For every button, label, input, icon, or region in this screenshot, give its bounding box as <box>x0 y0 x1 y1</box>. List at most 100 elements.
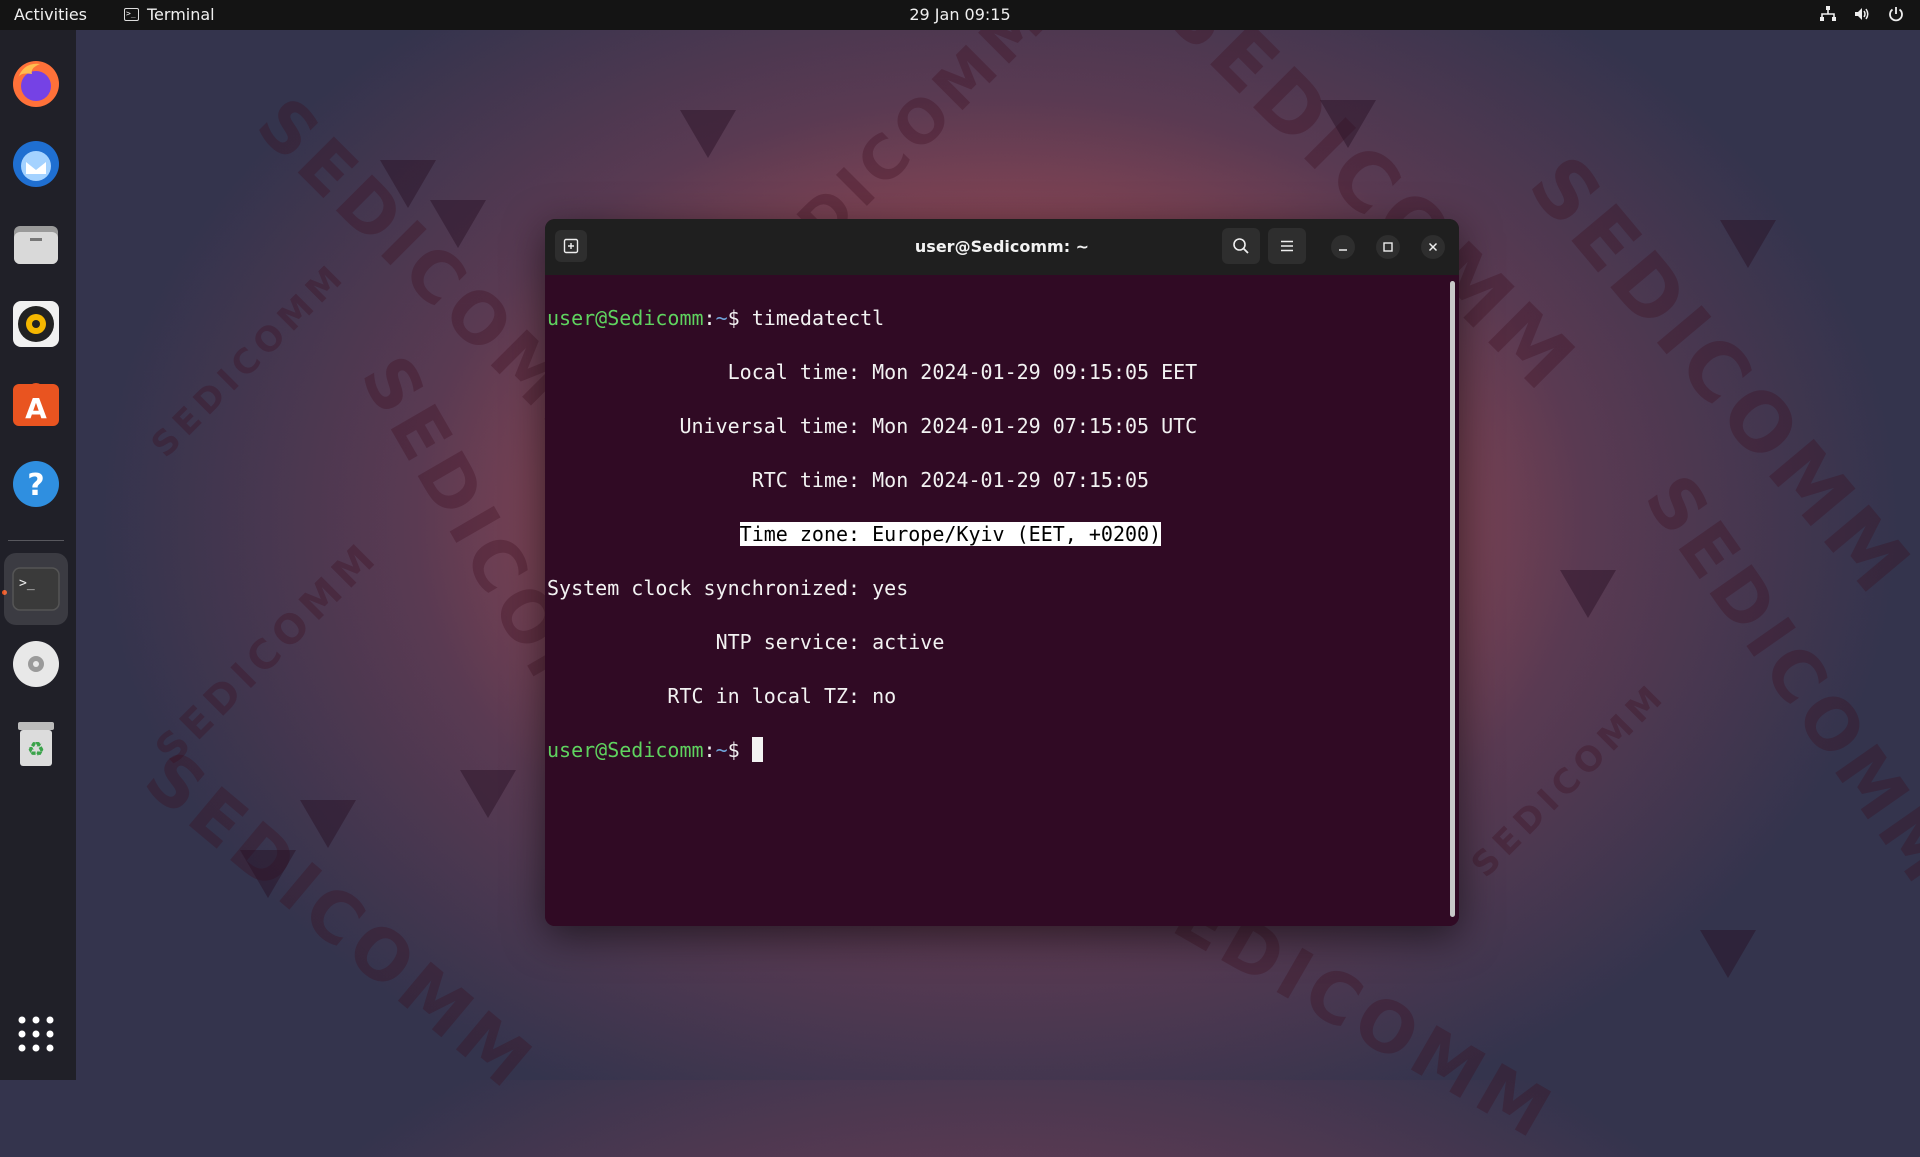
watermark-text: SEDICOMM <box>146 532 389 774</box>
top-bar: Activities >_ Terminal 29 Jan 09:15 <box>0 0 1920 30</box>
maximize-button[interactable] <box>1376 235 1400 259</box>
command-line: user@Sedicomm:~$ timedatectl <box>547 305 1197 332</box>
wallpaper-triangle <box>300 800 356 848</box>
disc-icon <box>13 641 59 687</box>
svg-text:A: A <box>25 392 47 425</box>
firefox-icon <box>13 61 59 107</box>
dock-item-disc[interactable] <box>10 638 62 690</box>
close-button[interactable] <box>1421 235 1445 259</box>
wallpaper-triangle <box>240 850 296 898</box>
output-line: Local time: Mon 2024-01-29 09:15:05 EET <box>547 359 1198 386</box>
new-tab-icon <box>563 238 579 254</box>
selected-text: Time zone: Europe/Kyiv (EET, +0200) <box>739 522 1162 546</box>
output-value: no <box>860 684 897 708</box>
files-icon <box>14 226 58 264</box>
output-value: Mon 2024-01-29 07:15:05 UTC <box>860 414 1198 438</box>
app-menu-label: Terminal <box>147 5 215 24</box>
volume-icon[interactable] <box>1852 4 1872 24</box>
wallpaper-triangle <box>1700 930 1756 978</box>
svg-text:?: ? <box>27 468 44 503</box>
output-label-padding <box>547 522 740 546</box>
output-label: Time zone: <box>739 522 861 546</box>
search-button[interactable] <box>1222 228 1260 264</box>
dock-item-show-apps[interactable] <box>10 1008 62 1060</box>
wallpaper-triangle <box>460 770 516 818</box>
system-tray[interactable] <box>1818 4 1906 24</box>
app-menu[interactable]: >_ Terminal <box>124 5 215 24</box>
wallpaper-triangle <box>430 200 486 248</box>
wallpaper-triangle <box>680 110 736 158</box>
prompt-separator: : <box>703 738 716 762</box>
output-value: active <box>860 630 945 654</box>
wallpaper-triangle <box>1320 100 1376 148</box>
output-value: Mon 2024-01-29 07:15:05 <box>860 468 1150 492</box>
terminal-headerbar[interactable]: user@Sedicomm: ~ <box>545 219 1459 275</box>
wallpaper-triangle <box>1560 570 1616 618</box>
prompt-path: ~ <box>715 306 728 330</box>
prompt-separator: : <box>703 306 716 330</box>
output-label: RTC in local TZ: <box>547 684 861 708</box>
terminal-content[interactable]: user@Sedicomm:~$ timedatectl Local time:… <box>545 275 1459 926</box>
minimize-icon <box>1339 249 1347 251</box>
watermark-text: SEDICOMM <box>1463 674 1675 886</box>
terminal-icon: >_ <box>124 8 139 21</box>
dock-separator <box>8 540 64 541</box>
svg-text:♻: ♻ <box>27 737 45 761</box>
show-apps-icon <box>18 1016 54 1052</box>
prompt-path: ~ <box>715 738 728 762</box>
rhythmbox-icon <box>13 301 59 347</box>
terminal-icon: >_ <box>12 567 60 611</box>
thunderbird-icon <box>13 141 59 187</box>
output-value: Mon 2024-01-29 09:15:05 EET <box>860 360 1198 384</box>
output-value: Europe/Kyiv (EET, +0200) <box>860 522 1162 546</box>
dock-item-thunderbird[interactable] <box>10 138 62 190</box>
maximize-icon <box>1383 242 1393 252</box>
dock-item-app-center[interactable]: A <box>10 378 62 430</box>
output-value: yes <box>860 576 909 600</box>
output-label: NTP service: <box>547 630 861 654</box>
dock: A ? >_ ♻ <box>0 30 76 1080</box>
app-center-icon: A <box>13 383 59 426</box>
window-title: user@Sedicomm: ~ <box>914 237 1090 256</box>
prompt-user: user@Sedicomm <box>547 306 704 330</box>
output-line: Universal time: Mon 2024-01-29 07:15:05 … <box>547 413 1197 440</box>
prompt-symbol: $ <box>727 306 752 330</box>
output-line: System clock synchronized: yes <box>547 575 1197 602</box>
dock-item-trash[interactable]: ♻ <box>10 718 62 770</box>
help-icon: ? <box>13 461 59 507</box>
output-line: RTC in local TZ: no <box>547 683 1197 710</box>
output-label: System clock synchronized: <box>547 576 861 600</box>
menu-button[interactable] <box>1268 228 1306 264</box>
output-line-highlighted: Time zone: Europe/Kyiv (EET, +0200) <box>547 521 1197 548</box>
search-icon <box>1233 238 1249 254</box>
watermark-text: SEDICOMM <box>143 254 355 466</box>
activities-button[interactable]: Activities <box>14 5 87 24</box>
wallpaper-triangle <box>1720 220 1776 268</box>
dock-item-rhythmbox[interactable] <box>10 298 62 350</box>
hamburger-menu-icon <box>1281 240 1293 252</box>
command-text: timedatectl <box>751 306 885 330</box>
dock-item-terminal[interactable]: >_ <box>4 553 68 625</box>
terminal-window[interactable]: user@Sedicomm: ~ user@Sedicomm:~$ timeda… <box>545 219 1459 926</box>
output-line: NTP service: active <box>547 629 1197 656</box>
output-label: Universal time: <box>547 414 861 438</box>
output-label: Local time: <box>547 360 861 384</box>
output-line: RTC time: Mon 2024-01-29 07:15:05 <box>547 467 1197 494</box>
power-icon[interactable] <box>1886 4 1906 24</box>
dock-item-firefox[interactable] <box>10 58 62 110</box>
prompt-user: user@Sedicomm <box>547 738 704 762</box>
minimize-button[interactable] <box>1331 235 1355 259</box>
clock[interactable]: 29 Jan 09:15 <box>909 5 1010 24</box>
network-icon[interactable] <box>1818 4 1838 24</box>
close-icon <box>1428 242 1438 252</box>
prompt-symbol: $ <box>727 738 752 762</box>
new-tab-button[interactable] <box>555 230 587 262</box>
dock-item-help[interactable]: ? <box>10 458 62 510</box>
prompt-line[interactable]: user@Sedicomm:~$ <box>547 737 1197 764</box>
scrollbar[interactable] <box>1450 281 1455 917</box>
trash-icon: ♻ <box>18 722 54 766</box>
text-cursor <box>751 737 763 762</box>
output-label: RTC time: <box>547 468 861 492</box>
wallpaper-triangle <box>380 160 436 208</box>
dock-item-files[interactable] <box>10 218 62 270</box>
